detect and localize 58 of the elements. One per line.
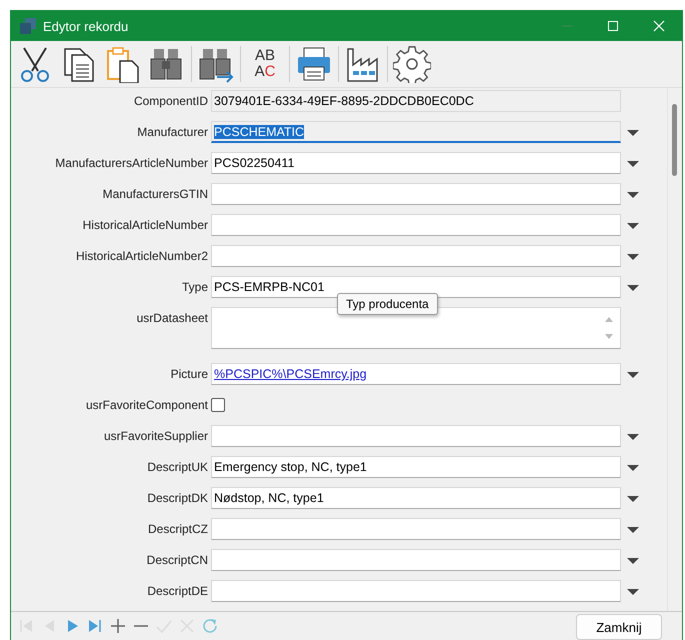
checkbox[interactable]	[211, 398, 225, 412]
scrollbar-thumb[interactable]	[672, 104, 677, 176]
app-icon	[19, 17, 37, 35]
maximize-icon	[607, 20, 619, 32]
dropdown-arrow-icon[interactable]	[627, 160, 639, 168]
toolbar-button[interactable]: AB AC	[245, 44, 285, 84]
dropdown-arrow-icon[interactable]	[627, 222, 639, 230]
dropdown-arrow-icon[interactable]	[627, 495, 639, 503]
clipboard-icon	[104, 45, 142, 83]
field-label: ComponentID	[132, 93, 209, 110]
field-label: usrDatasheet	[136, 310, 209, 327]
input-field[interactable]: 3079401E-6334-49EF-8895-2DDCDB0EC0DC	[211, 90, 621, 112]
input-field[interactable]	[211, 245, 621, 267]
input-field[interactable]	[211, 214, 621, 236]
input-field[interactable]: %PCSPIC%\PCSEmrcy.jpg	[211, 363, 621, 385]
input-field[interactable]	[211, 549, 621, 571]
field-label: ManufacturersArticleNumber	[54, 155, 209, 172]
field-label: Type	[180, 279, 209, 296]
dropdown-arrow-icon[interactable]	[627, 129, 639, 137]
field-label: usrFavoriteComponent	[84, 397, 209, 414]
window-title: Edytor rekordu	[43, 18, 128, 34]
field-label: DescriptCZ	[146, 521, 209, 538]
field-label: Picture	[170, 366, 209, 383]
field-label: DescriptDE	[146, 583, 209, 600]
dropdown-arrow-icon[interactable]	[627, 588, 639, 596]
dropdown-arrow-icon[interactable]	[627, 557, 639, 565]
input-field[interactable]	[211, 580, 621, 602]
field-label: DescriptDK	[146, 490, 209, 507]
input-field[interactable]: PCS02250411	[211, 152, 621, 174]
dropdown-arrow-icon[interactable]	[627, 253, 639, 261]
gear-icon	[393, 45, 431, 83]
input-field[interactable]: Nødstop, NC, type1	[211, 487, 621, 509]
last-record-icon[interactable]	[86, 617, 104, 635]
field-label: ManufacturersGTIN	[102, 186, 209, 203]
input-field[interactable]	[211, 183, 621, 205]
input-field[interactable]: PCS-EMRPB-NC01	[211, 276, 621, 298]
close-button[interactable]: Zamknij	[576, 614, 662, 640]
input-field[interactable]	[211, 425, 621, 447]
field-label: usrFavoriteSupplier	[102, 428, 209, 445]
input-field[interactable]	[211, 518, 621, 540]
field-label: Manufacturer	[136, 124, 209, 141]
field-label: DescriptUK	[146, 459, 209, 476]
input-field[interactable]: PCSCHEMATIC	[211, 121, 621, 143]
plus-icon[interactable]	[109, 617, 127, 635]
field-label: DescriptCN	[146, 552, 209, 569]
toolbar-button[interactable]	[392, 44, 432, 84]
dropdown-arrow-icon[interactable]	[627, 464, 639, 472]
dropdown-arrow-icon[interactable]	[627, 526, 639, 534]
dropdown-arrow-icon[interactable]	[627, 284, 639, 292]
printer-icon	[295, 45, 333, 83]
close-icon	[653, 20, 665, 32]
field-label: HistoricalArticleNumber	[82, 217, 209, 234]
dropdown-arrow-icon[interactable]	[627, 371, 639, 379]
tooltip: Typ producenta	[337, 293, 438, 315]
dropdown-arrow-icon[interactable]	[627, 191, 639, 199]
field-label: HistoricalArticleNumber2	[74, 248, 209, 265]
dropdown-arrow-icon[interactable]	[627, 433, 639, 441]
input-field[interactable]: Emergency stop, NC, type1	[211, 456, 621, 478]
